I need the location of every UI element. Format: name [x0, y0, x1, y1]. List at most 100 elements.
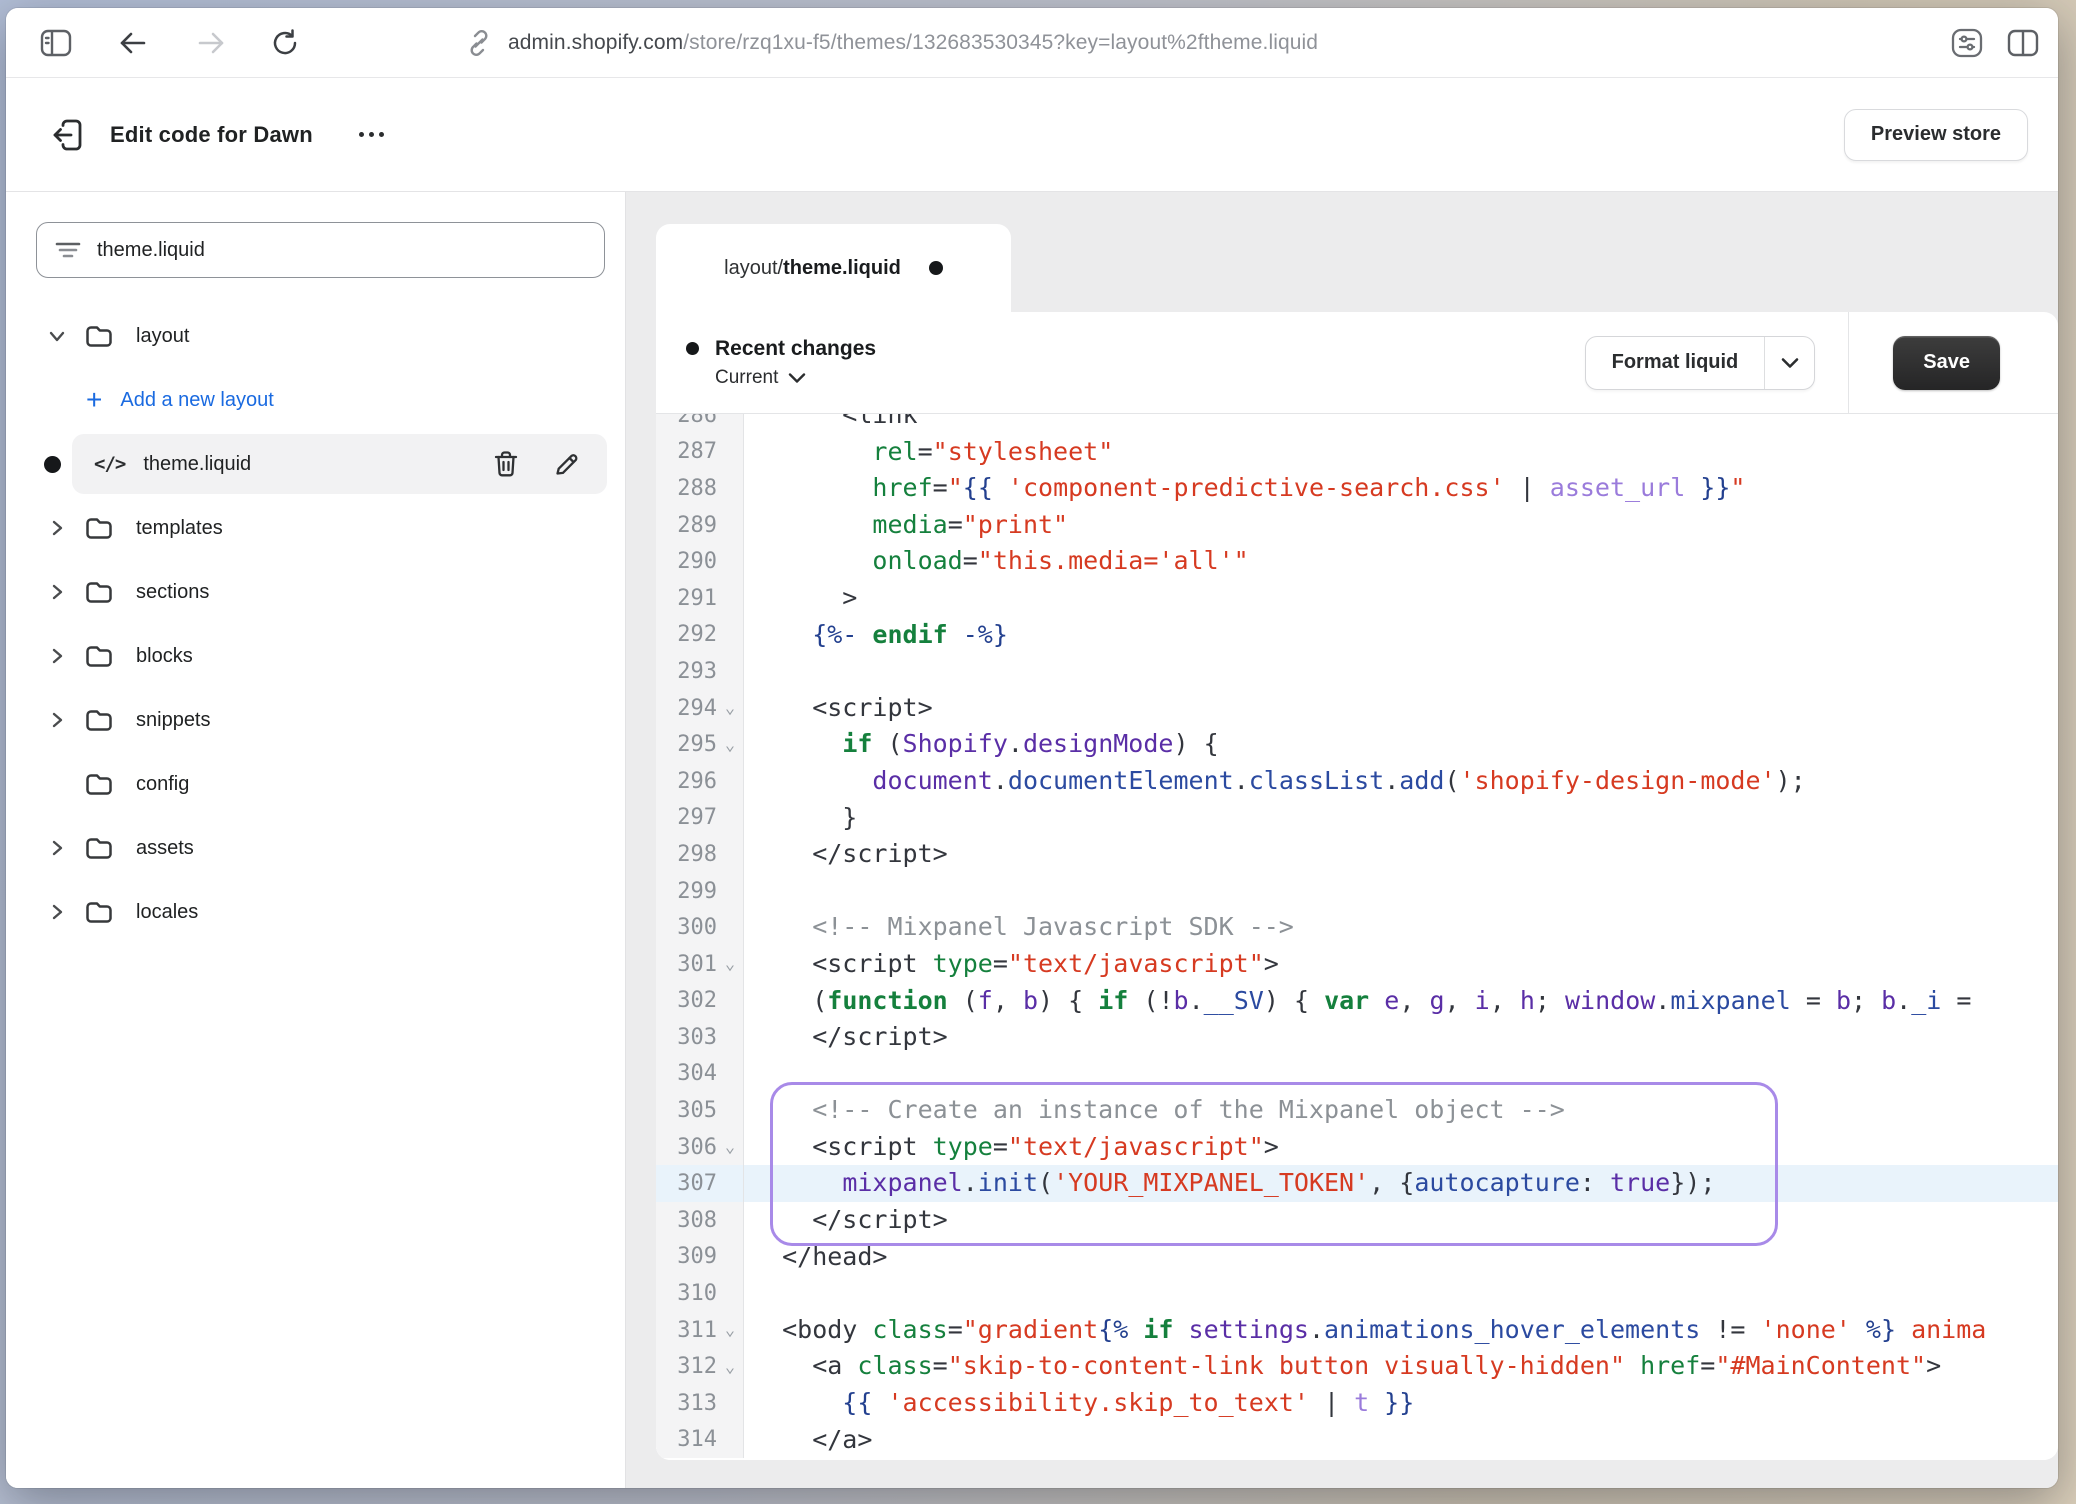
gutter-cell: 308	[656, 1202, 744, 1239]
sidebar-item-add-a-new-layout[interactable]: +Add a new layout	[6, 368, 625, 432]
fold-chevron-icon[interactable]: ⌄	[717, 954, 743, 974]
page-settings-icon[interactable]	[1950, 27, 1984, 59]
format-liquid-button[interactable]: Format liquid	[1586, 337, 1765, 389]
code-text: <!-- Create an instance of the Mixpanel …	[744, 1092, 1565, 1129]
code-line-313[interactable]: 313 {{ 'accessibility.skip_to_text' | t …	[656, 1385, 2058, 1422]
gutter-cell: 309	[656, 1239, 744, 1276]
sidebar-item-snippets[interactable]: snippets	[6, 688, 625, 752]
code-line-300[interactable]: 300 <!-- Mixpanel Javascript SDK -->	[656, 909, 2058, 946]
code-line-287[interactable]: 287 rel="stylesheet"	[656, 434, 2058, 471]
code-line-305[interactable]: 305 <!-- Create an instance of the Mixpa…	[656, 1092, 2058, 1129]
line-number: 306	[677, 1135, 717, 1160]
chevron-right-icon[interactable]	[44, 710, 70, 730]
chevron-right-icon[interactable]	[44, 646, 70, 666]
address-bar[interactable]: admin.shopify.com/store/rzq1xu-f5/themes…	[464, 8, 1318, 77]
gutter-cell: 300	[656, 909, 744, 946]
sidebar-item-theme-liquid[interactable]: </>theme.liquid	[6, 432, 625, 496]
forward-icon[interactable]	[196, 30, 226, 56]
fold-chevron-icon[interactable]: ⌄	[717, 1357, 743, 1377]
sidebar-toggle-icon[interactable]	[40, 29, 72, 57]
sidebar-item-label: locales	[136, 901, 198, 924]
sidebar-item-assets[interactable]: assets	[6, 816, 625, 880]
code-text: if (Shopify.designMode) {	[744, 726, 1219, 763]
line-number: 313	[677, 1391, 717, 1416]
sidebar-item-locales[interactable]: locales	[6, 880, 625, 944]
code-line-314[interactable]: 314 </a>	[656, 1422, 2058, 1459]
save-button[interactable]: Save	[1893, 336, 2000, 390]
code-line-310[interactable]: 310	[656, 1275, 2058, 1312]
fold-chevron-icon[interactable]: ⌄	[717, 1137, 743, 1157]
code-line-289[interactable]: 289 media="print"	[656, 507, 2058, 544]
back-icon[interactable]	[118, 30, 148, 56]
sidebar-item-sections[interactable]: sections	[6, 560, 625, 624]
line-number: 291	[677, 586, 717, 611]
code-line-311[interactable]: 311⌄ <body class="gradient{% if settings…	[656, 1312, 2058, 1349]
code-line-293[interactable]: 293	[656, 653, 2058, 690]
chevron-right-icon[interactable]	[44, 582, 70, 602]
line-number: 286	[677, 414, 717, 428]
fold-chevron-icon[interactable]: ⌄	[717, 698, 743, 718]
code-line-312[interactable]: 312⌄ <a class="skip-to-content-link butt…	[656, 1348, 2058, 1385]
version-dropdown[interactable]: Current	[715, 367, 876, 389]
rename-file-icon[interactable]	[547, 444, 587, 484]
search-input[interactable]	[97, 239, 586, 262]
folder-icon	[84, 642, 114, 670]
sidebar-item-blocks[interactable]: blocks	[6, 624, 625, 688]
line-number: 301	[677, 952, 717, 977]
split-view-icon[interactable]	[2006, 28, 2040, 58]
file-search[interactable]	[36, 222, 605, 278]
tab-theme-liquid[interactable]: layout/theme.liquid	[656, 224, 1011, 312]
code-line-295[interactable]: 295⌄ if (Shopify.designMode) {	[656, 726, 2058, 763]
code-line-304[interactable]: 304	[656, 1056, 2058, 1093]
chevron-down-icon	[1781, 357, 1799, 369]
sidebar-item-templates[interactable]: templates	[6, 496, 625, 560]
code-line-302[interactable]: 302 (function (f, b) { if (!b.__SV) { va…	[656, 983, 2058, 1020]
code-line-291[interactable]: 291 >	[656, 580, 2058, 617]
gutter-cell: 290	[656, 543, 744, 580]
add-layout-label: Add a new layout	[120, 389, 273, 412]
code-line-307[interactable]: 307 mixpanel.init('YOUR_MIXPANEL_TOKEN',…	[656, 1165, 2058, 1202]
code-line-290[interactable]: 290 onload="this.media='all'"	[656, 543, 2058, 580]
gutter-cell: 295⌄	[656, 726, 744, 763]
chevron-right-icon[interactable]	[44, 518, 70, 538]
code-line-286[interactable]: 286 <link	[656, 414, 2058, 434]
fold-chevron-icon[interactable]: ⌄	[717, 735, 743, 755]
overflow-menu-icon[interactable]	[351, 124, 392, 145]
preview-store-button[interactable]: Preview store	[1844, 109, 2028, 161]
gutter-cell: 310	[656, 1275, 744, 1312]
code-line-297[interactable]: 297 }	[656, 800, 2058, 837]
sidebar-item-config[interactable]: config	[6, 752, 625, 816]
reload-icon[interactable]	[270, 28, 300, 58]
chevron-right-icon[interactable]	[44, 838, 70, 858]
line-number: 299	[677, 879, 717, 904]
line-number: 307	[677, 1171, 717, 1196]
exit-editor-icon[interactable]	[46, 113, 90, 157]
sidebar-item-layout[interactable]: layout	[6, 304, 625, 368]
chevron-down-icon[interactable]	[44, 326, 70, 346]
code-text: {%- endif -%}	[744, 617, 1008, 654]
code-line-294[interactable]: 294⌄ <script>	[656, 690, 2058, 727]
code-line-296[interactable]: 296 document.documentElement.classList.a…	[656, 763, 2058, 800]
code-line-308[interactable]: 308 </script>	[656, 1202, 2058, 1239]
code-editor[interactable]: 286 <link287 rel="stylesheet"288 href="{…	[656, 414, 2058, 1460]
format-liquid-dropdown[interactable]	[1764, 337, 1814, 389]
gutter-cell: 304	[656, 1056, 744, 1093]
folder-icon	[84, 322, 114, 350]
code-text: (function (f, b) { if (!b.__SV) { var e,…	[744, 983, 1987, 1020]
line-number: 296	[677, 769, 717, 794]
code-line-309[interactable]: 309 </head>	[656, 1239, 2058, 1276]
code-line-298[interactable]: 298 </script>	[656, 836, 2058, 873]
code-line-303[interactable]: 303 </script>	[656, 1019, 2058, 1056]
code-line-306[interactable]: 306⌄ <script type="text/javascript">	[656, 1129, 2058, 1166]
code-text: </script>	[744, 1019, 948, 1056]
selected-file-row[interactable]: </>theme.liquid	[72, 434, 607, 494]
code-line-299[interactable]: 299	[656, 873, 2058, 910]
code-line-292[interactable]: 292 {%- endif -%}	[656, 617, 2058, 654]
chevron-right-icon[interactable]	[44, 902, 70, 922]
delete-file-icon[interactable]	[487, 444, 525, 484]
version-label: Current	[715, 367, 778, 389]
line-number: 304	[677, 1061, 717, 1086]
fold-chevron-icon[interactable]: ⌄	[717, 1320, 743, 1340]
code-line-301[interactable]: 301⌄ <script type="text/javascript">	[656, 946, 2058, 983]
code-line-288[interactable]: 288 href="{{ 'component-predictive-searc…	[656, 470, 2058, 507]
